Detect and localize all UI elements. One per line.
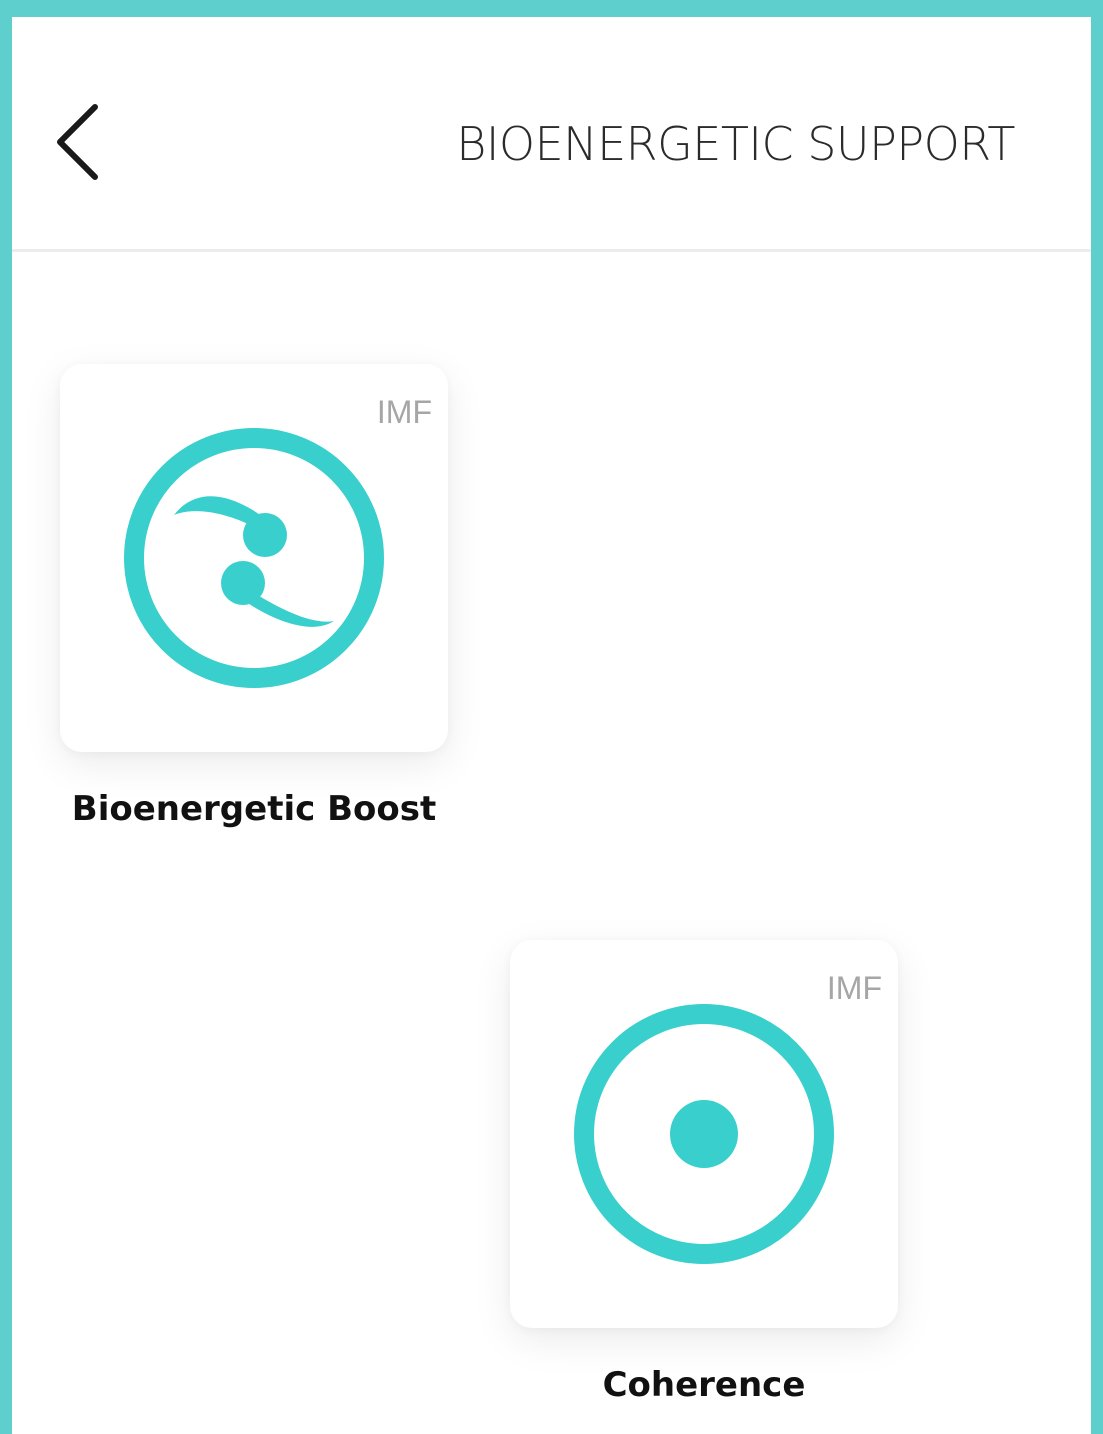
program-card-coherence[interactable]: IMF <box>510 940 898 1328</box>
program-label-coherence[interactable]: Coherence <box>464 1365 944 1405</box>
app-screen: BIOENERGETIC SUPPORT IMF Bioenergetic Bo… <box>12 17 1091 1434</box>
page-title: BIOENERGETIC SUPPORT <box>456 117 1015 171</box>
chevron-left-icon <box>57 104 98 180</box>
coherence-icon <box>574 1004 834 1264</box>
header-bar: BIOENERGETIC SUPPORT <box>12 17 1091 252</box>
program-card-bioenergetic-boost[interactable]: IMF <box>60 364 448 752</box>
back-button[interactable] <box>50 97 110 187</box>
bioenergetic-boost-icon <box>124 428 384 688</box>
program-label-bioenergetic-boost[interactable]: Bioenergetic Boost <box>14 789 494 829</box>
